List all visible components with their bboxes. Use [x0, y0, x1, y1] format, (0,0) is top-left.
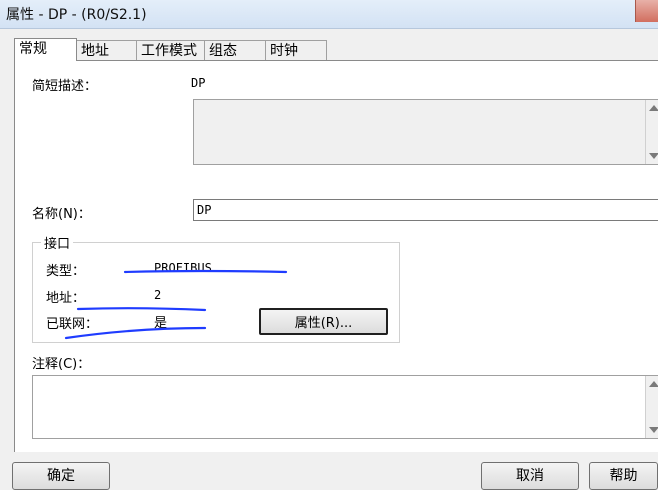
help-button[interactable]: 帮助: [589, 462, 658, 490]
scroll-down-icon[interactable]: [649, 153, 658, 159]
window-title: 属性 - DP - (R0/S2.1): [6, 7, 147, 23]
tab-clock[interactable]: 时钟: [265, 40, 327, 60]
tab-clock-label: 时钟: [270, 43, 298, 59]
title-bar: 属性 - DP - (R0/S2.1): [0, 0, 658, 29]
name-label: 名称(N)：: [32, 207, 91, 222]
tab-general[interactable]: 常规: [14, 38, 77, 61]
short-description-box[interactable]: [193, 99, 658, 165]
interface-group: 接口 类型： PROFIBUS 地址： 2 已联网： 是 属性(R)...: [32, 233, 400, 343]
scroll-up-icon[interactable]: [649, 381, 658, 387]
tab-operating-mode-label: 工作模式: [141, 43, 197, 59]
interface-type-label: 类型：: [46, 264, 86, 279]
tab-operating-mode[interactable]: 工作模式: [136, 40, 205, 60]
interface-networked-label: 已联网：: [46, 317, 99, 332]
interface-type-value: PROFIBUS: [154, 261, 212, 275]
ok-button[interactable]: 确定: [12, 462, 110, 490]
tab-configuration-label: 组态: [209, 43, 237, 59]
scroll-down-icon[interactable]: [649, 427, 658, 433]
name-input[interactable]: DP: [193, 199, 658, 221]
short-description-label: 简短描述：: [32, 79, 98, 94]
comment-scrollbar[interactable]: [645, 376, 658, 438]
cancel-button[interactable]: 取消: [481, 462, 579, 490]
interface-legend: 接口: [41, 233, 74, 252]
general-tab-panel: 简短描述： DP 名称(N)： DP 接口 类型： PROFIBUS 地址： 2…: [14, 60, 658, 452]
interface-address-value: 2: [154, 288, 162, 302]
interface-properties-button[interactable]: 属性(R)...: [259, 308, 388, 335]
short-description-scrollbar[interactable]: [645, 100, 658, 164]
tab-configuration[interactable]: 组态: [204, 40, 266, 60]
comment-textarea[interactable]: [32, 375, 658, 439]
tab-address-label: 地址: [81, 43, 109, 59]
interface-address-label: 地址：: [46, 291, 86, 306]
tab-address[interactable]: 地址: [76, 40, 137, 60]
short-description-value: DP: [191, 76, 206, 90]
interface-networked-value: 是: [154, 316, 168, 331]
tab-general-label: 常规: [19, 41, 47, 57]
comment-label: 注释(C)：: [32, 357, 91, 372]
scroll-up-icon[interactable]: [649, 105, 658, 111]
close-button[interactable]: [635, 0, 658, 22]
